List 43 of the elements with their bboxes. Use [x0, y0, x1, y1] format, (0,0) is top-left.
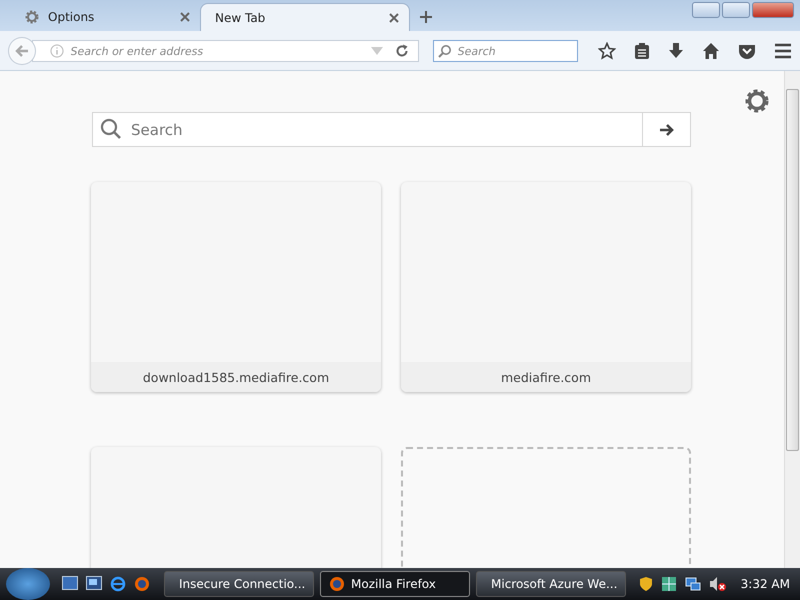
shield-icon[interactable]: [638, 576, 653, 592]
network-grid-icon[interactable]: [660, 576, 677, 592]
browser-e-icon[interactable]: [110, 576, 126, 592]
close-icon[interactable]: [389, 12, 399, 22]
desktop-icon[interactable]: [62, 576, 78, 590]
search-icon: [100, 118, 122, 140]
firefox-icon[interactable]: [134, 576, 150, 592]
restore-button[interactable]: [722, 2, 750, 18]
page-search-field[interactable]: Search: [92, 112, 643, 147]
gear-icon: [24, 9, 40, 25]
scrollbar[interactable]: [784, 71, 800, 568]
network-icon[interactable]: [684, 576, 701, 592]
muted-speaker-icon[interactable]: [708, 576, 727, 592]
address-field[interactable]: Search or enter address: [32, 40, 419, 62]
back-arrow-icon: [14, 42, 30, 58]
clock: 3:32 AM: [740, 577, 790, 591]
search-icon: [438, 44, 452, 58]
browser-tab[interactable]: New Tab: [200, 3, 410, 31]
new-tab-icon[interactable]: [420, 11, 432, 23]
reload-icon[interactable]: [394, 44, 409, 58]
taskbar-button[interactable]: Insecure Connectio...: [164, 571, 314, 597]
clipboard-icon[interactable]: [634, 42, 650, 60]
star-icon[interactable]: [598, 42, 616, 60]
close-icon[interactable]: [180, 12, 190, 22]
search-go-button[interactable]: [643, 112, 691, 147]
info-icon: [50, 44, 64, 58]
download-icon[interactable]: [668, 42, 684, 60]
site-tile[interactable]: download1585.mediafire.com: [91, 182, 381, 392]
browser-tab[interactable]: Options: [10, 3, 200, 31]
firefox-icon: [329, 576, 345, 592]
search-field[interactable]: Search: [432, 40, 578, 62]
windows-icon[interactable]: [86, 576, 102, 590]
scrollbar-thumb[interactable]: [786, 89, 799, 451]
arrow-icon: [658, 122, 674, 136]
taskbar-button[interactable]: Microsoft Azure We...: [476, 571, 626, 597]
site-tile[interactable]: mediafire.com: [401, 182, 691, 392]
home-icon[interactable]: [702, 42, 720, 60]
settings-icon[interactable]: [744, 88, 770, 114]
taskbar-button[interactable]: Mozilla Firefox: [320, 571, 470, 597]
close-button[interactable]: [752, 2, 794, 18]
start-button[interactable]: [6, 568, 50, 600]
minimize-button[interactable]: [692, 2, 720, 18]
menu-icon[interactable]: [774, 42, 792, 58]
